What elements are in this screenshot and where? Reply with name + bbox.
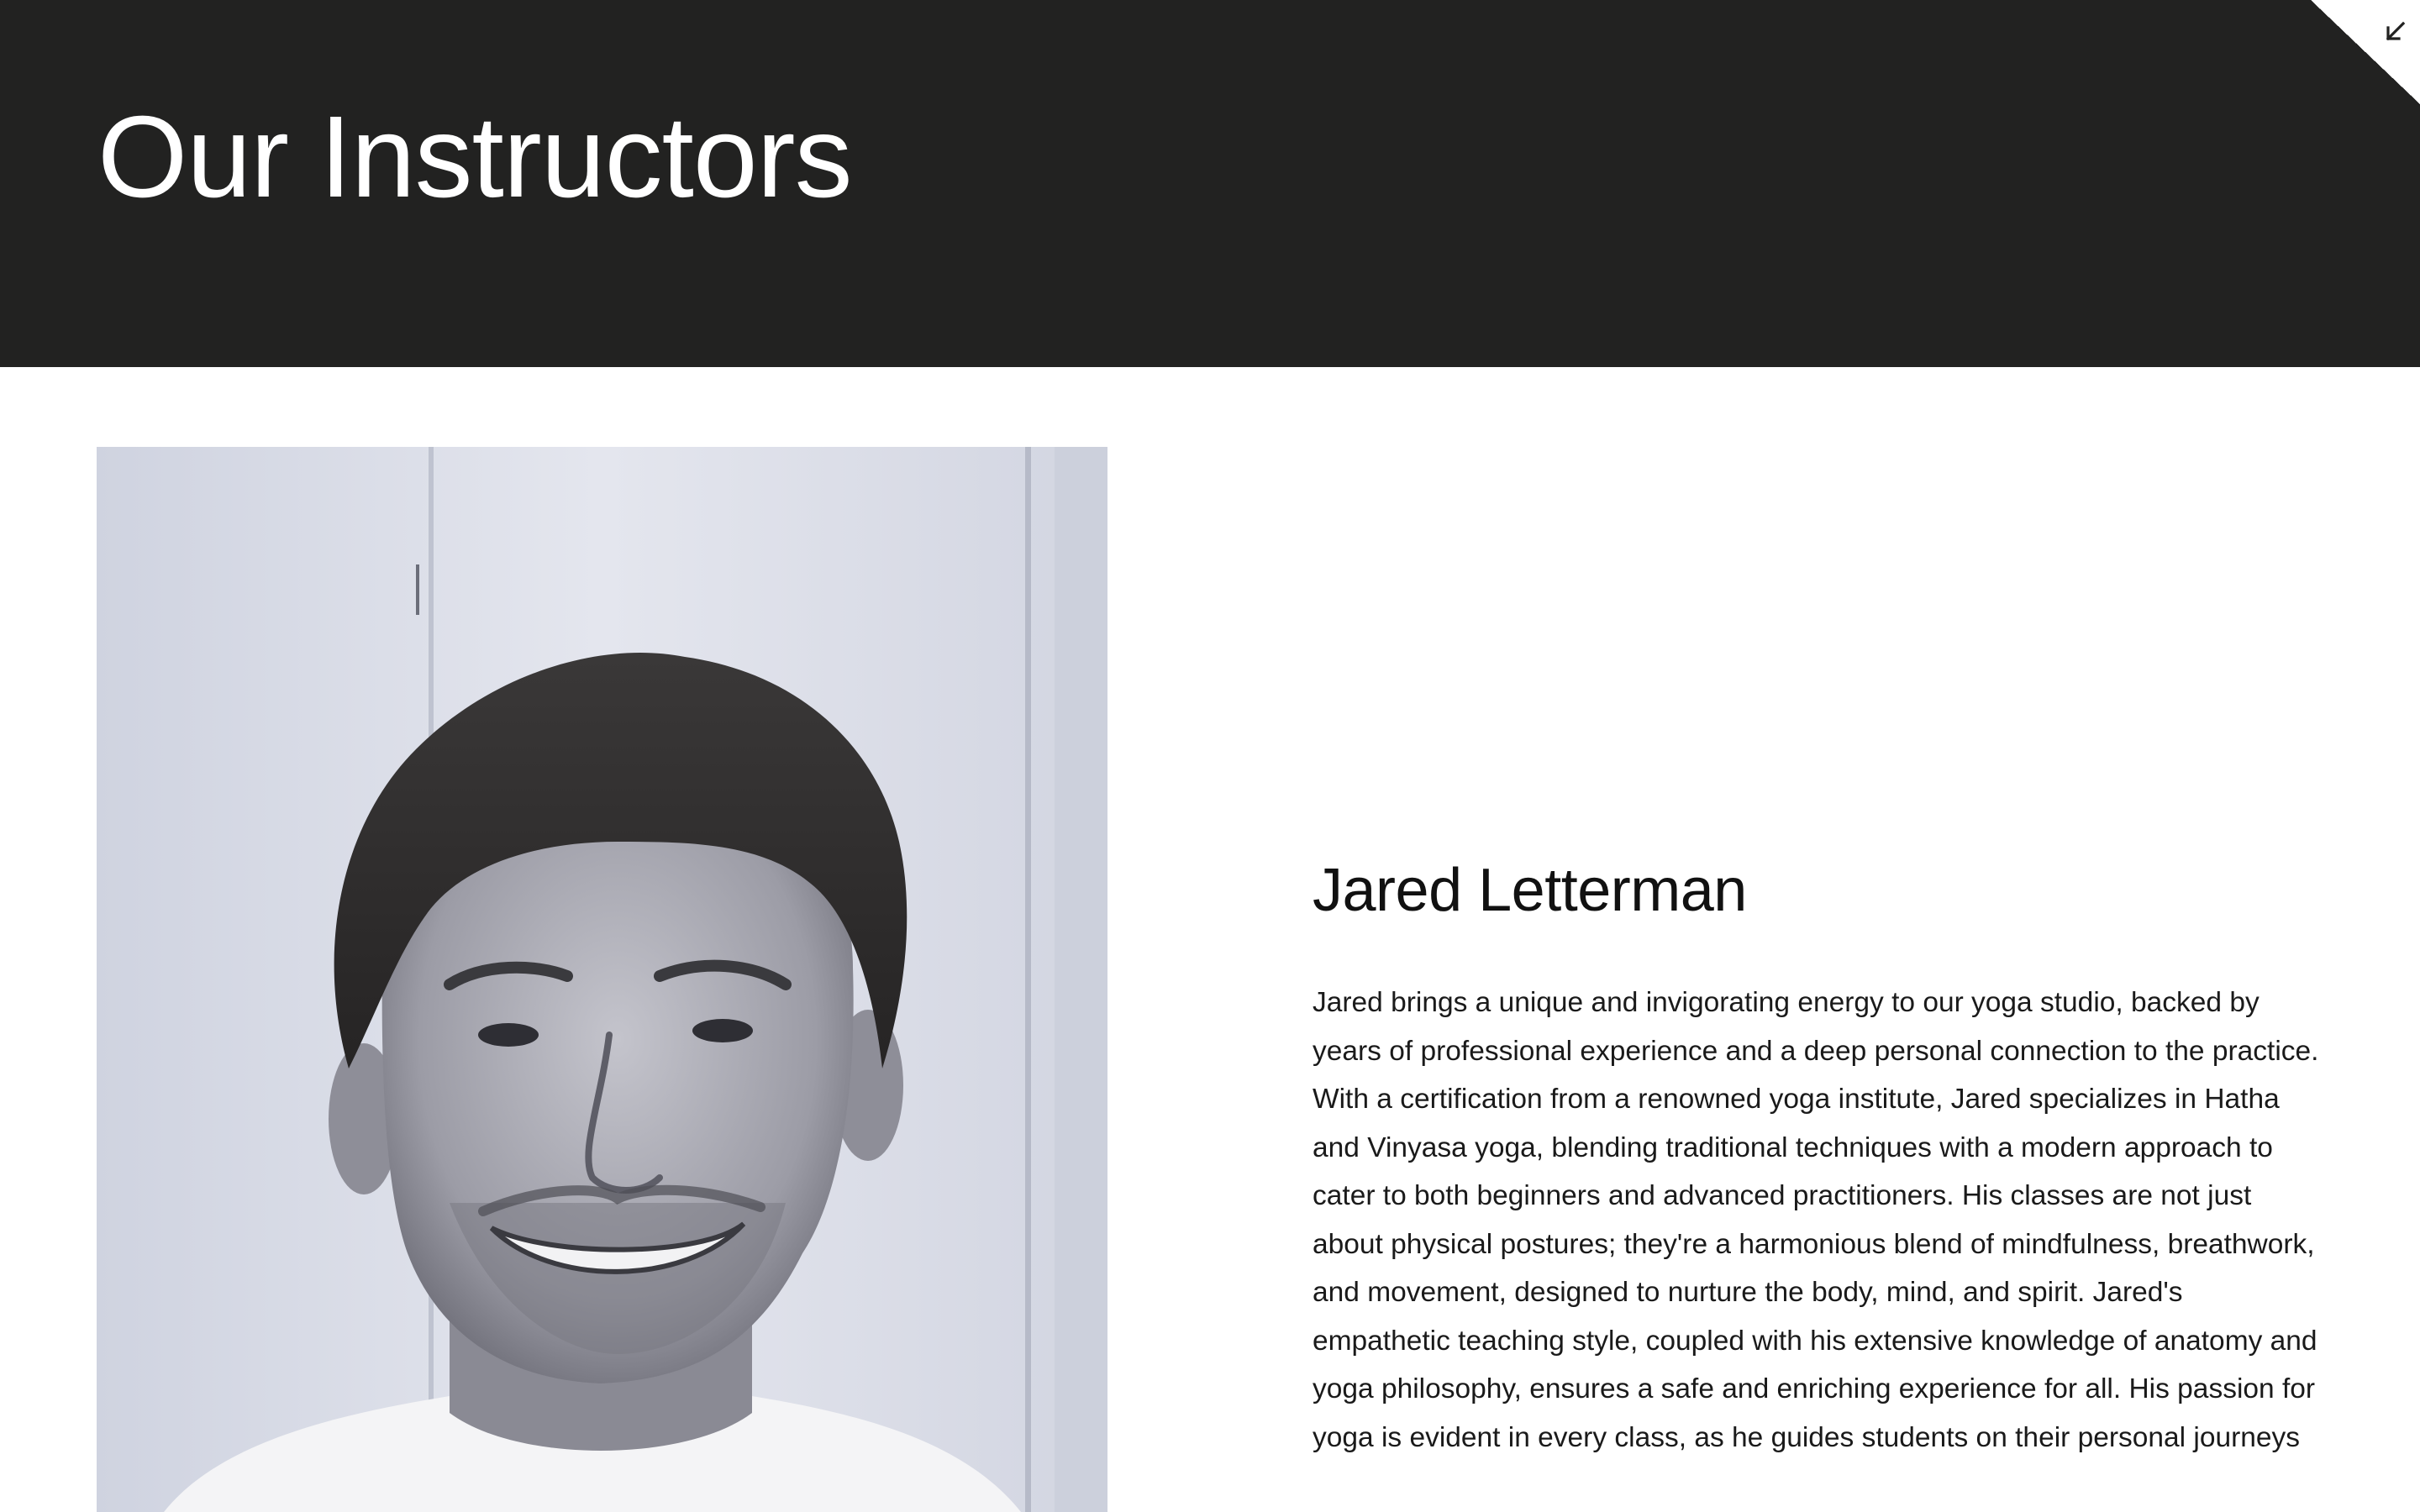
instructor-portrait-image	[97, 447, 1107, 1512]
page-title: Our Instructors	[97, 92, 853, 222]
corner-action-button[interactable]	[2311, 0, 2420, 104]
instructor-section: Jared Letterman Jared brings a unique an…	[0, 367, 2420, 1512]
instructor-bio: Jared brings a unique and invigorating e…	[1313, 987, 2319, 1453]
page-header: Our Instructors	[0, 0, 2420, 367]
instructor-name: Jared Letterman	[1313, 857, 1747, 924]
instructor-photo	[97, 447, 1107, 1512]
arrow-down-left-icon	[2386, 21, 2406, 41]
